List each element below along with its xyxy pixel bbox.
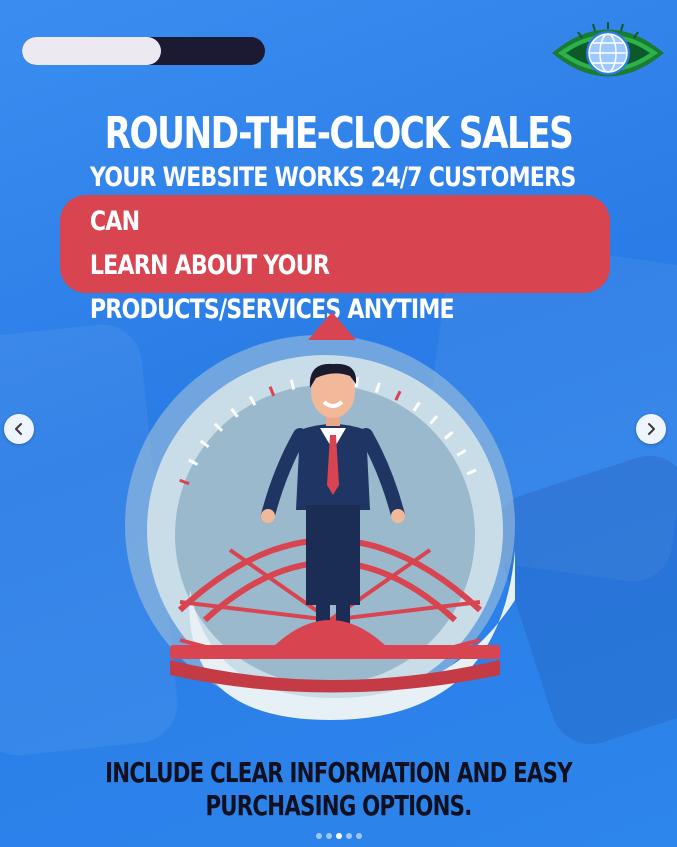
carousel-dot (315, 833, 322, 839)
story-slide: ROUND-THE-CLOCK SALES YOUR WEBSITE WORKS… (0, 0, 677, 847)
banner: YOUR WEBSITE WORKS 24/7 CUSTOMERS CAN LE… (90, 162, 580, 325)
chevron-left-icon (15, 423, 22, 435)
banner-line-1: YOUR WEBSITE WORKS 24/7 CUSTOMERS CAN (89, 162, 576, 237)
carousel-indicator (0, 833, 677, 839)
slide-caption: INCLUDE CLEAR INFORMATION AND EASY PURCH… (105, 756, 573, 822)
slide-title: ROUND-THE-CLOCK SALES (104, 108, 574, 159)
story-progress-bar (22, 37, 265, 65)
carousel-dot (335, 833, 342, 839)
carousel-dot (355, 833, 362, 839)
businessman-steering-wheel-illustration (125, 312, 515, 720)
compass-tick (354, 377, 360, 388)
next-slide-button[interactable] (636, 414, 666, 444)
chevron-right-icon (648, 423, 655, 435)
carousel-dot (345, 833, 352, 839)
pointer-triangle (308, 312, 356, 340)
eye-globe-logo (552, 22, 664, 77)
carousel-dot (325, 833, 332, 839)
previous-slide-button[interactable] (4, 414, 34, 444)
story-progress-fill (22, 37, 161, 65)
